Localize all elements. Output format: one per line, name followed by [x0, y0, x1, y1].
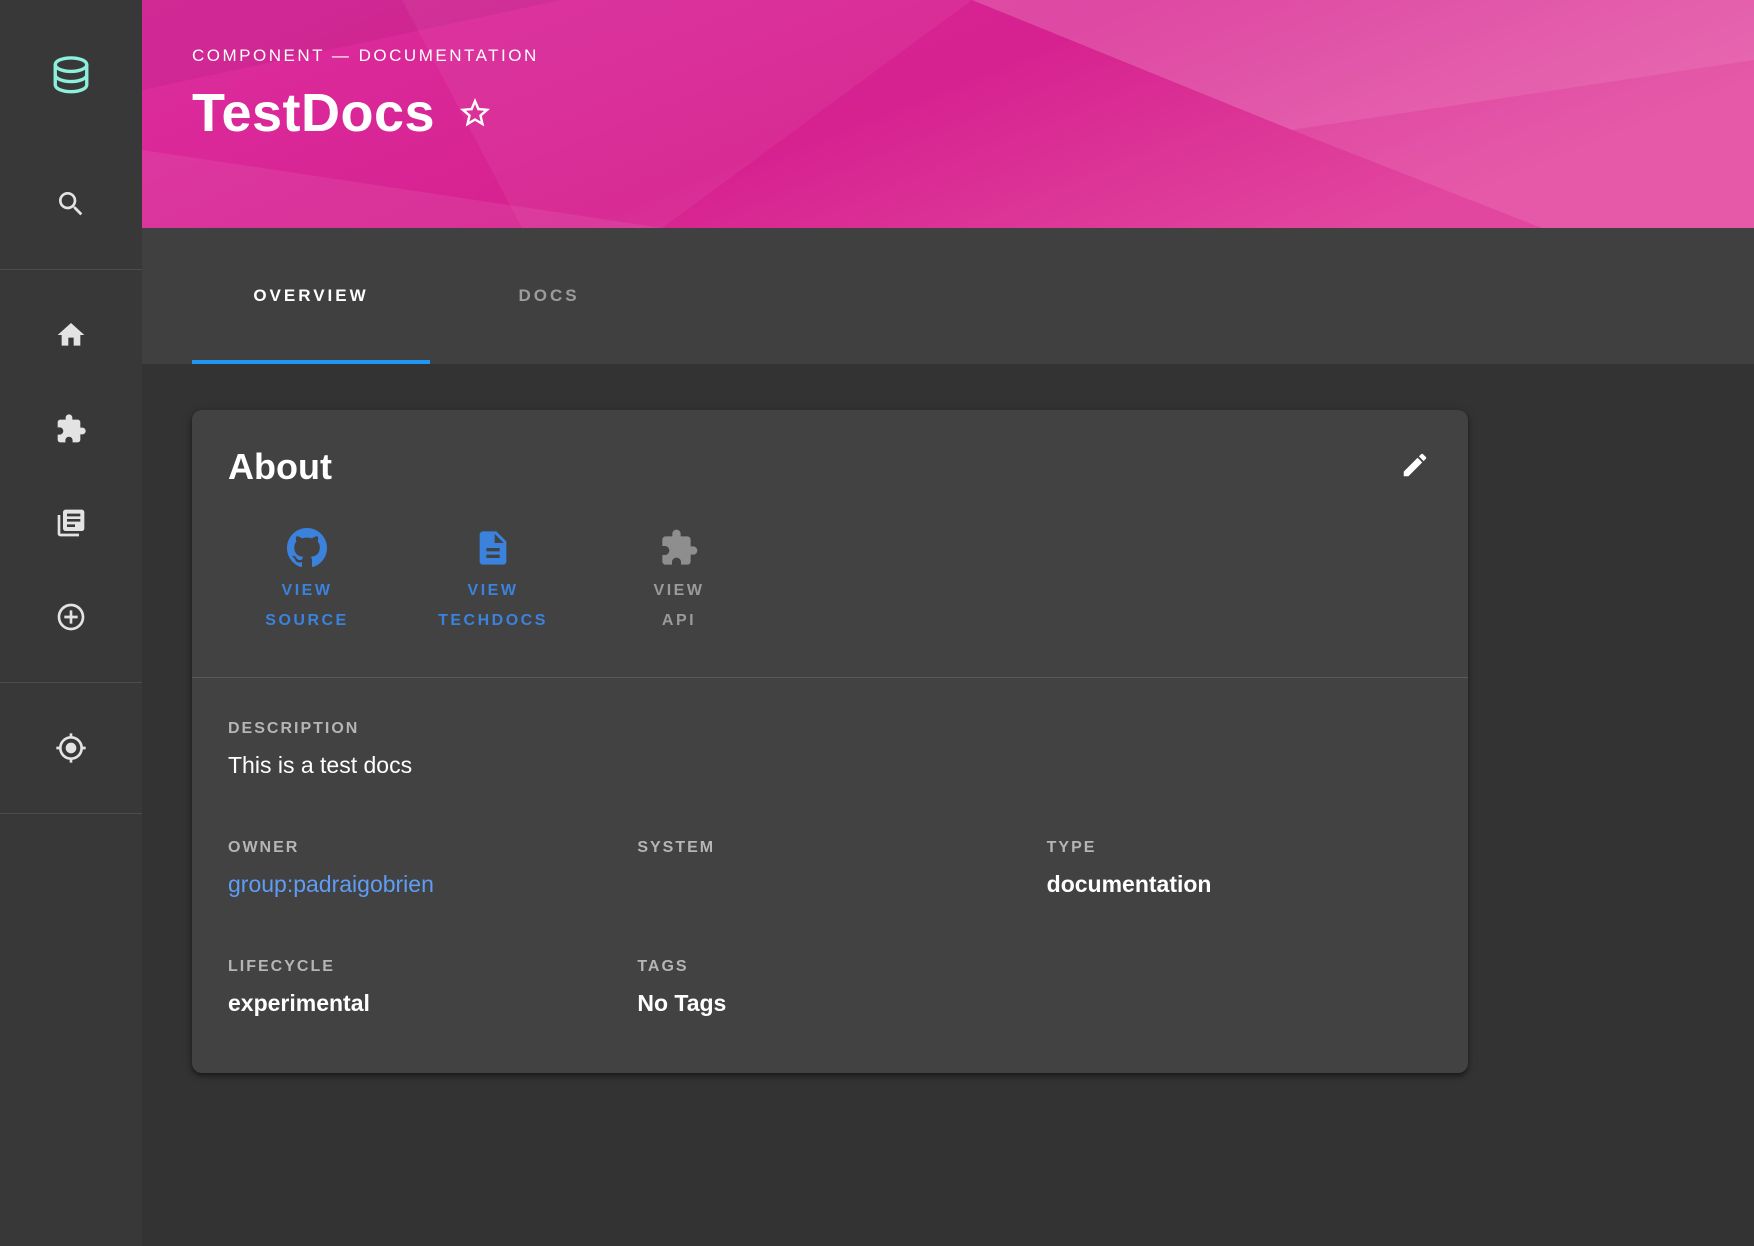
field-type: TYPE documentation: [1047, 839, 1432, 898]
content-area: About VIEW SOURCE: [142, 364, 1754, 1246]
tab-bar: OVERVIEW DOCS: [142, 228, 1754, 364]
sidebar-divider: [0, 813, 142, 814]
field-description: DESCRIPTION This is a test docs: [228, 720, 1432, 779]
main-area: COMPONENT — DOCUMENTATION TestDocs OVERV…: [142, 0, 1754, 1246]
type-label: TYPE: [1047, 839, 1432, 857]
title-row: TestDocs: [192, 82, 1754, 144]
owner-link[interactable]: group:padraigobrien: [228, 871, 434, 898]
about-actions: VIEW SOURCE VIEW TECHDOCS: [228, 528, 1432, 637]
owner-label: OWNER: [228, 839, 613, 857]
sidebar-divider: [0, 682, 142, 683]
view-techdocs-button[interactable]: VIEW TECHDOCS: [414, 528, 572, 637]
field-lifecycle: LIFECYCLE experimental: [228, 958, 613, 1017]
edit-icon[interactable]: [1400, 450, 1430, 480]
entity-header: COMPONENT — DOCUMENTATION TestDocs: [142, 0, 1754, 228]
home-icon[interactable]: [55, 319, 87, 351]
about-card-header: About VIEW SOURCE: [192, 410, 1468, 677]
my-location-icon[interactable]: [55, 732, 87, 764]
description-label: DESCRIPTION: [228, 720, 1432, 738]
view-source-button[interactable]: VIEW SOURCE: [228, 528, 386, 637]
about-fields: DESCRIPTION This is a test docs OWNER gr…: [192, 678, 1468, 1073]
sidebar-divider: [0, 269, 142, 270]
tags-value: No Tags: [637, 990, 1022, 1017]
github-icon: [287, 528, 327, 576]
extension-icon[interactable]: [55, 413, 87, 445]
app-root: COMPONENT — DOCUMENTATION TestDocs OVERV…: [0, 0, 1754, 1246]
add-circle-icon[interactable]: [55, 601, 87, 633]
type-value: documentation: [1047, 871, 1432, 898]
tags-label: TAGS: [637, 958, 1022, 976]
header-content: COMPONENT — DOCUMENTATION TestDocs: [142, 0, 1754, 144]
view-techdocs-label: VIEW TECHDOCS: [438, 576, 548, 637]
extension-icon: [659, 528, 699, 576]
tab-overview[interactable]: OVERVIEW: [192, 228, 430, 364]
about-card: About VIEW SOURCE: [192, 410, 1468, 1073]
view-api-button: VIEW API: [600, 528, 758, 637]
backstage-logo[interactable]: [44, 50, 98, 104]
lifecycle-label: LIFECYCLE: [228, 958, 613, 976]
document-icon: [473, 528, 513, 576]
tab-docs[interactable]: DOCS: [430, 228, 668, 364]
star-icon[interactable]: [457, 95, 493, 131]
view-source-label: VIEW SOURCE: [265, 576, 348, 637]
sidebar: [0, 0, 142, 1246]
description-value: This is a test docs: [228, 752, 1432, 779]
lifecycle-value: experimental: [228, 990, 613, 1017]
field-tags: TAGS No Tags: [637, 958, 1022, 1017]
about-title: About: [228, 446, 1432, 488]
page-title: TestDocs: [192, 82, 435, 144]
view-api-label: VIEW API: [654, 576, 705, 637]
breadcrumb: COMPONENT — DOCUMENTATION: [192, 46, 1754, 66]
tab-overview-label: OVERVIEW: [253, 286, 368, 306]
field-owner: OWNER group:padraigobrien: [228, 839, 613, 898]
system-label: SYSTEM: [637, 839, 1022, 857]
tab-docs-label: DOCS: [518, 286, 579, 306]
library-icon[interactable]: [55, 507, 87, 539]
field-system: SYSTEM: [637, 839, 1022, 898]
search-icon[interactable]: [55, 188, 87, 220]
